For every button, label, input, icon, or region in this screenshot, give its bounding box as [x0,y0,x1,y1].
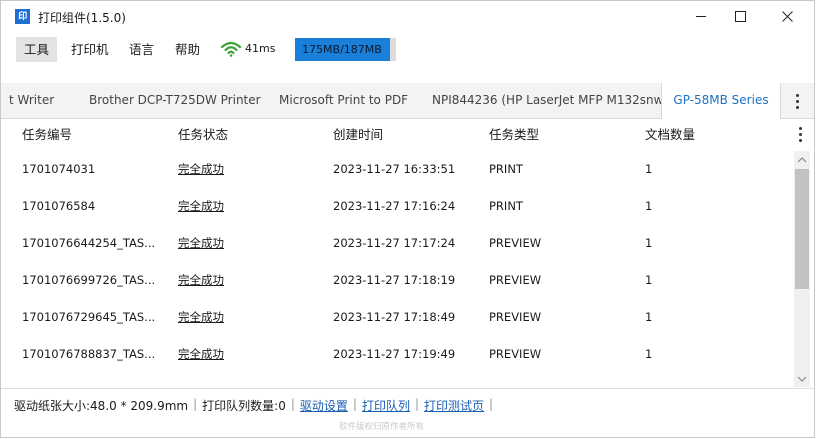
column-header-task-id[interactable]: 任务编号 [22,119,72,151]
scroll-up-icon[interactable] [797,156,807,164]
print-queue-link[interactable]: 打印队列 [362,397,410,414]
status-bar: 驱动纸张大小:48.0 * 209.9mm | 打印队列数量:0 | 驱动设置 | 打印队列… [1,388,814,437]
status-separator: | [414,397,420,411]
task-type-cell: PREVIEW [489,347,542,361]
task-status-link[interactable]: 完全成功 [178,262,224,299]
column-header-doc-count[interactable]: 文档数量 [645,119,695,151]
menu-printer[interactable]: 打印机 [63,37,117,62]
minimize-icon [696,16,706,17]
task-type-cell: PREVIEW [489,236,542,250]
created-time-cell: 2023-11-27 17:18:19 [333,273,456,287]
queue-count-text: 打印队列数量:0 [202,399,286,413]
task-id-cell: 1701076729645_TAS... [22,310,156,324]
table-row[interactable]: 1701076729645_TAS... 完全成功 2023-11-27 17:… [1,299,794,336]
table-row[interactable]: 1701076584 完全成功 2023-11-27 17:16:24 PRIN… [1,188,794,225]
scroll-down-icon[interactable] [797,375,807,383]
print-test-page-link[interactable]: 打印测试页 [424,397,484,414]
table-row[interactable]: 1701076644254_TAS... 完全成功 2023-11-27 17:… [1,225,794,262]
table-vertical-scrollbar[interactable] [794,151,810,387]
close-icon [782,11,793,22]
menu-tools[interactable]: 工具 [16,37,58,62]
driver-settings-link[interactable]: 驱动设置 [300,397,348,414]
doc-count-cell: 1 [645,273,653,287]
status-line: 驱动纸张大小:48.0 * 209.9mm | 打印队列数量:0 | 驱动设置 | 打印队列… [14,397,498,414]
more-vertical-icon[interactable] [796,126,806,144]
network-latency: 41ms [245,42,276,55]
tab-printer-writer[interactable]: t Writer [9,83,54,118]
menu-help[interactable]: 帮助 [167,37,208,62]
app-logo-icon: 印 [15,9,30,24]
created-time-cell: 2023-11-27 17:17:24 [333,236,456,250]
scrollbar-thumb[interactable] [795,169,809,289]
task-type-cell: PREVIEW [489,310,542,324]
column-header-created-time[interactable]: 创建时间 [333,119,383,151]
table-row[interactable]: 1701076699726_TAS... 完全成功 2023-11-27 17:… [1,262,794,299]
task-id-cell: 1701074031 [22,162,96,176]
tab-printer-hp[interactable]: NPI844236 (HP LaserJet MFP M132snw) [432,83,668,118]
close-button[interactable] [764,1,810,32]
doc-count-cell: 1 [645,310,653,324]
created-time-cell: 2023-11-27 17:16:24 [333,199,456,213]
memory-usage-bar: 175MB/187MB [295,38,396,61]
task-status-link[interactable]: 完全成功 [178,336,224,373]
title-bar: 印 打印组件(1.5.0) [1,1,814,32]
tab-printer-gp58mb[interactable]: GP-58MB Series [661,83,781,119]
column-header-task-status[interactable]: 任务状态 [178,119,228,151]
window-title: 打印组件(1.5.0) [38,11,126,25]
copyright-watermark: 软件版权归原作者所有 [339,422,425,432]
status-separator: | [290,397,295,411]
task-status-link[interactable]: 完全成功 [178,299,224,336]
doc-count-cell: 1 [645,199,653,213]
maximize-icon [735,11,746,22]
status-separator: | [489,397,494,411]
column-header-task-type[interactable]: 任务类型 [489,119,539,151]
wifi-icon [221,41,241,57]
task-id-cell: 1701076644254_TAS... [22,236,156,250]
task-status-link[interactable]: 完全成功 [178,188,224,225]
task-id-cell: 1701076788837_TAS... [22,347,156,361]
status-separator: | [193,397,198,411]
created-time-cell: 2023-11-27 16:33:51 [333,162,456,176]
more-vertical-icon[interactable] [791,92,805,110]
doc-count-cell: 1 [645,236,653,250]
table-row[interactable]: 1701074031 完全成功 2023-11-27 16:33:51 PRIN… [1,151,794,188]
task-id-cell: 1701076584 [22,199,96,213]
created-time-cell: 2023-11-27 17:19:49 [333,347,456,361]
created-time-cell: 2023-11-27 17:18:49 [333,310,456,324]
task-type-cell: PRINT [489,199,523,213]
task-status-link[interactable]: 完全成功 [178,225,224,262]
table-row[interactable]: 1701076788837_TAS... 完全成功 2023-11-27 17:… [1,336,794,373]
doc-count-cell: 1 [645,162,653,176]
menu-bar: 工具 打印机 语言 帮助 41ms 175MB/187MB [1,32,814,66]
doc-count-cell: 1 [645,347,653,361]
memory-usage-text: 175MB/187MB [302,43,382,56]
maximize-button[interactable] [717,1,763,32]
task-status-link[interactable]: 完全成功 [178,151,224,188]
tab-printer-brother[interactable]: Brother DCP-T725DW Printer [89,83,261,118]
table-header: 任务编号 任务状态 创建时间 任务类型 文档数量 [1,119,814,151]
tab-printer-microsoft-pdf[interactable]: Microsoft Print to PDF [279,83,408,118]
app-window: 印 打印组件(1.5.0) 工具 打印机 语言 帮助 41ms 175MB/18… [0,0,815,438]
task-id-cell: 1701076699726_TAS... [22,273,156,287]
printer-tab-strip: t Writer Brother DCP-T725DW Printer Micr… [1,83,814,119]
task-type-cell: PRINT [489,162,523,176]
task-type-cell: PREVIEW [489,273,542,287]
task-table-body: 1701074031 完全成功 2023-11-27 16:33:51 PRIN… [1,151,794,387]
menu-language[interactable]: 语言 [121,37,162,62]
status-separator: | [352,397,357,411]
paper-size-text: 驱动纸张大小:48.0 * 209.9mm [14,399,189,413]
